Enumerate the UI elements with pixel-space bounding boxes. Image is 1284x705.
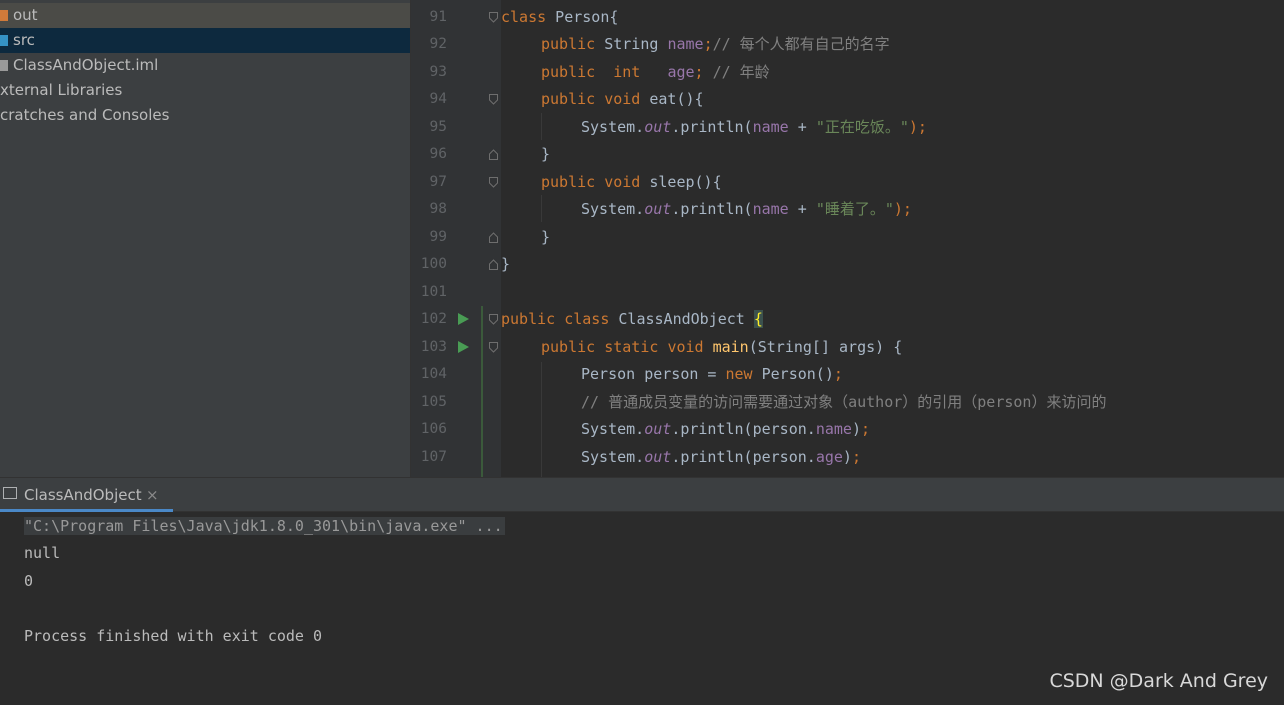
- folder-icon: [0, 10, 8, 21]
- java-command[interactable]: "C:\Program Files\Java\jdk1.8.0_301\bin\…: [24, 517, 505, 535]
- code-text: System.out.println(person.age);: [581, 448, 861, 466]
- code-line: 105 // 普通成员变量的访问需要通过对象（author）的引用（person…: [411, 389, 1284, 416]
- line-number: 107: [420, 449, 447, 465]
- line-number: 105: [420, 394, 447, 410]
- fold-icon[interactable]: [489, 94, 498, 105]
- tab-run-classandobject[interactable]: ClassAndObject ×: [0, 478, 173, 512]
- run-icon[interactable]: [458, 341, 469, 353]
- code-line: 106 System.out.println(person.name);: [411, 416, 1284, 443]
- code-line: 102 public class ClassAndObject {: [411, 306, 1284, 333]
- fold-icon[interactable]: [489, 177, 498, 188]
- code-line: 101: [411, 279, 1284, 306]
- line-number: 94: [429, 91, 447, 107]
- code-text: System.out.println(name + "睡着了。");: [581, 200, 912, 218]
- console-line: null: [24, 544, 61, 562]
- code-text: public int age; // 年龄: [541, 63, 770, 81]
- code-line: 92 public String name;// 每个人都有自己的名字: [411, 31, 1284, 58]
- code-line: 94 public void eat(){: [411, 86, 1284, 113]
- code-text: System.out.println(name + "正在吃饭。");: [581, 118, 927, 136]
- code-text: public static void main(String[] args) {: [541, 338, 903, 356]
- tab-label: ClassAndObject: [24, 486, 142, 504]
- line-number: 98: [429, 201, 447, 217]
- line-number: 103: [420, 339, 447, 355]
- console-line: "C:\Program Files\Java\jdk1.8.0_301\bin\…: [24, 513, 505, 540]
- code-editor[interactable]: 91 class Person{ 92 public String name;/…: [411, 0, 1284, 477]
- run-tool-window-tabs: ClassAndObject ×: [0, 477, 1284, 512]
- code-line: 95 System.out.println(name + "正在吃饭。");: [411, 114, 1284, 141]
- tree-item-iml[interactable]: ClassAndObject.iml: [0, 53, 410, 78]
- console-line: Process finished with exit code 0: [24, 627, 323, 645]
- code-text: }: [501, 255, 511, 273]
- tree-item-src[interactable]: src: [0, 28, 410, 53]
- project-tree: out src ClassAndObject.iml xternal Libra…: [0, 0, 410, 477]
- line-number: 91: [429, 9, 447, 25]
- code-text: }: [541, 145, 551, 163]
- code-text: public void eat(){: [541, 90, 704, 108]
- watermark: CSDN @Dark And Grey: [1049, 670, 1268, 692]
- line-number: 95: [429, 119, 447, 135]
- tree-item-label: xternal Libraries: [0, 81, 123, 99]
- code-line: 100 }: [411, 251, 1284, 278]
- code-line: 96 }: [411, 141, 1284, 168]
- tree-item-label: ClassAndObject.iml: [13, 56, 159, 74]
- code-text: System.out.println(person.name);: [581, 420, 870, 438]
- fold-icon[interactable]: [489, 12, 498, 23]
- code-text: public String name;// 每个人都有自己的名字: [541, 35, 890, 53]
- code-line: 98 System.out.println(name + "睡着了。");: [411, 196, 1284, 223]
- code-text: Person person = new Person();: [581, 365, 843, 383]
- code-line: 99 }: [411, 224, 1284, 251]
- fold-icon[interactable]: [489, 314, 498, 325]
- tree-item-label: src: [13, 31, 35, 49]
- tree-item-scratches[interactable]: cratches and Consoles: [0, 103, 410, 128]
- console-icon: [3, 487, 17, 499]
- code-text: // 普通成员变量的访问需要通过对象（author）的引用（person）来访问…: [581, 393, 1107, 411]
- tree-item-out[interactable]: out: [0, 3, 410, 28]
- code-line: 107 System.out.println(person.age);: [411, 444, 1284, 471]
- fold-end-icon[interactable]: [489, 149, 498, 160]
- code-text: public void sleep(){: [541, 173, 722, 191]
- code-line: 104 Person person = new Person();: [411, 361, 1284, 388]
- line-number: 104: [420, 366, 447, 382]
- code-line: 103 public static void main(String[] arg…: [411, 334, 1284, 361]
- fold-icon[interactable]: [489, 342, 498, 353]
- code-line: 91 class Person{: [411, 4, 1284, 31]
- file-icon: [0, 60, 8, 71]
- line-number: 99: [429, 229, 447, 245]
- fold-end-icon[interactable]: [489, 259, 498, 270]
- code-text: public class ClassAndObject {: [501, 310, 763, 328]
- code-line: 97 public void sleep(){: [411, 169, 1284, 196]
- folder-icon: [0, 35, 8, 46]
- line-number: 102: [420, 311, 447, 327]
- line-number: 101: [420, 284, 447, 300]
- line-number: 96: [429, 146, 447, 162]
- tree-item-external-libraries[interactable]: xternal Libraries: [0, 78, 410, 103]
- line-number: 92: [429, 36, 447, 52]
- run-icon[interactable]: [458, 313, 469, 325]
- code-text: class Person{: [501, 8, 619, 26]
- console-line: 0: [24, 572, 34, 590]
- fold-end-icon[interactable]: [489, 232, 498, 243]
- code-text: }: [541, 228, 551, 246]
- line-number: 106: [420, 421, 447, 437]
- tree-item-label: cratches and Consoles: [0, 106, 170, 124]
- line-number: 97: [429, 174, 447, 190]
- line-number: 93: [429, 64, 447, 80]
- code-line: 93 public int age; // 年龄: [411, 59, 1284, 86]
- close-icon[interactable]: ×: [146, 478, 159, 512]
- line-number: 100: [420, 256, 447, 272]
- tree-item-label: out: [13, 6, 38, 24]
